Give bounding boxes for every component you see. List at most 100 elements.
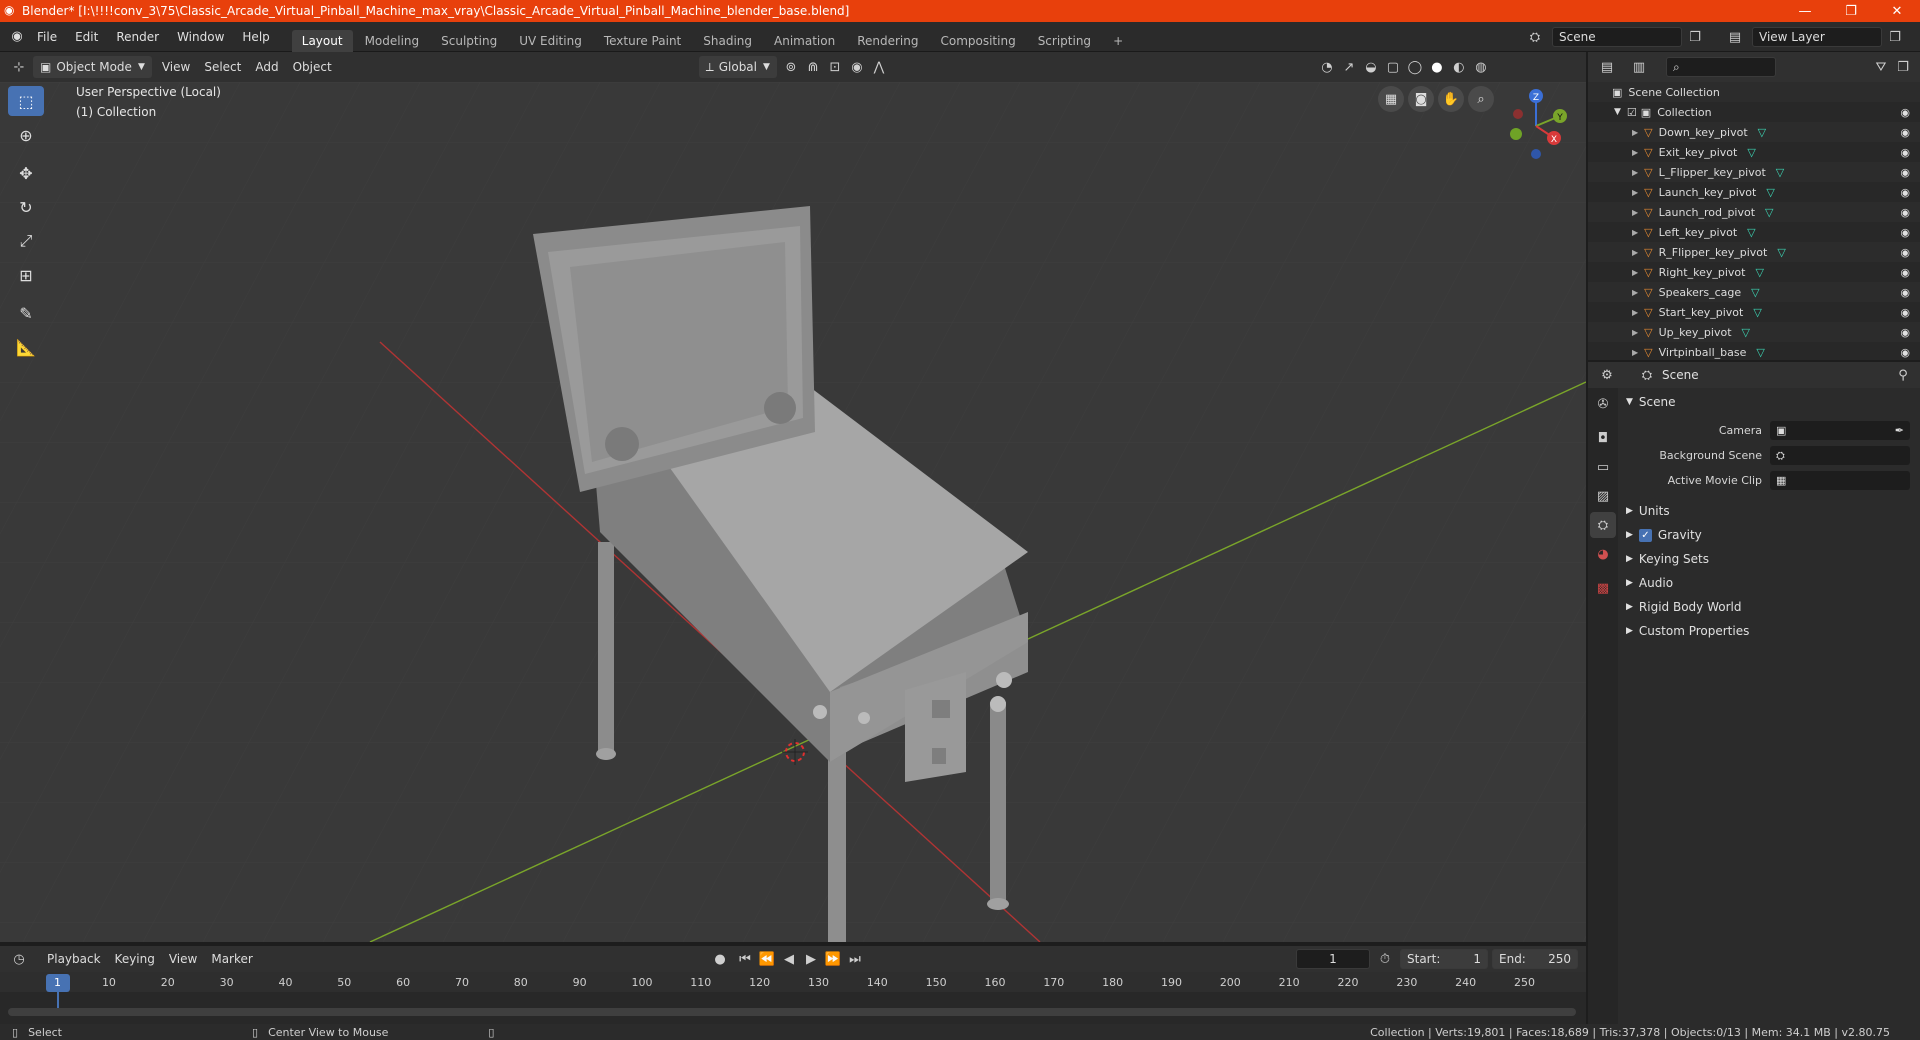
mesh-data-icon[interactable]: ▽ <box>1755 266 1763 279</box>
gravity-panel[interactable]: ▶ ✓ Gravity <box>1618 523 1920 547</box>
viewport-scene[interactable] <box>0 82 1586 942</box>
mesh-data-icon[interactable]: ▽ <box>1747 226 1755 239</box>
outliner-item[interactable]: ▶ ▽ R_Flipper_key_pivot ▽ ◉ <box>1588 242 1920 262</box>
timeline-keying-menu[interactable]: Keying <box>108 947 162 971</box>
tab-shading[interactable]: Shading <box>693 30 762 52</box>
chevron-right-icon[interactable]: ▶ <box>1632 328 1638 337</box>
blender-menu-icon[interactable]: ◉ <box>6 26 28 48</box>
viewport-menu-object[interactable]: Object <box>286 55 339 79</box>
editor-type-icon[interactable]: ⊹ <box>8 56 30 78</box>
tab-texture[interactable]: ▩ <box>1590 575 1616 601</box>
jump-end-icon[interactable]: ⏭ <box>844 948 866 970</box>
timeline-view-menu[interactable]: View <box>162 947 204 971</box>
scene-browse-icon[interactable]: ⛭ <box>1524 26 1546 48</box>
eye-icon[interactable]: ◉ <box>1900 226 1910 239</box>
menu-render[interactable]: Render <box>107 22 168 52</box>
eye-icon[interactable]: ◉ <box>1900 266 1910 279</box>
outliner-search-input[interactable]: ⌕ <box>1666 57 1776 77</box>
eye-icon[interactable]: ◉ <box>1900 346 1910 359</box>
snap-target-icon[interactable]: ⊡ <box>824 56 846 78</box>
outliner-item[interactable]: ▶ ▽ Up_key_pivot ▽ ◉ <box>1588 322 1920 342</box>
display-mode-icon[interactable]: ▥ <box>1628 56 1650 78</box>
tab-output[interactable]: ▭ <box>1590 454 1616 480</box>
new-view-layer-icon[interactable]: ❐ <box>1884 26 1906 48</box>
jump-keyframe-forward-icon[interactable]: ⏩ <box>822 948 844 970</box>
record-icon[interactable]: ● <box>709 948 731 970</box>
move-tool[interactable]: ✥ <box>8 158 44 188</box>
navigation-gizmo[interactable]: Z Y X <box>1496 86 1576 166</box>
snap-icon[interactable]: ⋒ <box>802 56 824 78</box>
gizmo-toggle-icon[interactable]: ↗ <box>1338 56 1360 78</box>
active-movie-clip-field[interactable]: ▦ <box>1770 471 1910 490</box>
viewport-menu-select[interactable]: Select <box>197 55 248 79</box>
outliner-item[interactable]: ▶ ▽ Down_key_pivot ▽ ◉ <box>1588 122 1920 142</box>
chevron-right-icon[interactable]: ▶ <box>1632 348 1638 357</box>
gizmo-neg-z-handle[interactable] <box>1531 149 1541 159</box>
chevron-right-icon[interactable]: ▶ <box>1632 268 1638 277</box>
mesh-data-icon[interactable]: ▽ <box>1766 186 1774 199</box>
eye-icon[interactable]: ◉ <box>1900 106 1910 119</box>
timeline-scrollbar[interactable] <box>8 1008 1576 1016</box>
timeline-editor-icon[interactable]: ◷ <box>8 948 30 970</box>
units-panel[interactable]: ▶ Units <box>1618 499 1920 523</box>
eye-icon[interactable]: ◉ <box>1900 326 1910 339</box>
scale-tool[interactable]: ⤢ <box>8 226 44 256</box>
xray-toggle-icon[interactable]: ▢ <box>1382 56 1404 78</box>
eye-icon[interactable]: ◉ <box>1900 206 1910 219</box>
viewport-menu-view[interactable]: View <box>155 55 197 79</box>
maximize-button[interactable]: ❐ <box>1828 0 1874 22</box>
stopwatch-icon[interactable]: ⏱ <box>1374 948 1396 970</box>
solid-shading-icon[interactable]: ● <box>1426 56 1448 78</box>
outliner-item[interactable]: ▶ ▽ Exit_key_pivot ▽ ◉ <box>1588 142 1920 162</box>
chevron-down-icon[interactable]: ▼ <box>1614 107 1621 117</box>
keying-sets-panel[interactable]: ▶ Keying Sets <box>1618 547 1920 571</box>
eye-icon[interactable]: ◉ <box>1900 286 1910 299</box>
rotate-tool[interactable]: ↻ <box>8 192 44 222</box>
add-workspace-button[interactable]: + <box>1103 30 1133 52</box>
chevron-right-icon[interactable]: ▶ <box>1632 228 1638 237</box>
outliner-item[interactable]: ▶ ▽ Virtpinball_base ▽ ◉ <box>1588 342 1920 360</box>
current-frame-field[interactable]: 1 <box>1296 949 1370 969</box>
new-collection-icon[interactable]: ❐ <box>1892 56 1914 78</box>
chevron-right-icon[interactable]: ▶ <box>1632 168 1638 177</box>
scene-collection-row[interactable]: ▣ Scene Collection <box>1588 82 1920 102</box>
timeline-playback-menu[interactable]: Playback <box>40 947 108 971</box>
frame-ruler[interactable]: 1102030405060708090100110120130140150160… <box>0 972 1586 992</box>
toggle-ortho-button[interactable]: ▦ <box>1378 86 1404 112</box>
outliner-item[interactable]: ▶ ▽ Left_key_pivot ▽ ◉ <box>1588 222 1920 242</box>
scene-selector[interactable]: Scene <box>1552 27 1682 47</box>
select-box-tool[interactable]: ⬚ <box>8 86 44 116</box>
proportional-edit-icon[interactable]: ◉ <box>846 56 868 78</box>
play-reverse-icon[interactable]: ◀ <box>778 948 800 970</box>
viewport-menu-add[interactable]: Add <box>248 55 285 79</box>
tab-sculpting[interactable]: Sculpting <box>431 30 507 52</box>
pan-view-button[interactable]: ✋ <box>1438 86 1464 112</box>
tab-texture-paint[interactable]: Texture Paint <box>594 30 691 52</box>
chevron-right-icon[interactable]: ▶ <box>1632 308 1638 317</box>
outliner-item[interactable]: ▶ ▽ Speakers_cage ▽ ◉ <box>1588 282 1920 302</box>
overlay-toggle-icon[interactable]: ◒ <box>1360 56 1382 78</box>
eye-icon[interactable]: ◉ <box>1900 166 1910 179</box>
properties-editor-icon[interactable]: ⚙ <box>1596 364 1618 386</box>
gizmo-neg-x-handle[interactable] <box>1513 109 1523 119</box>
new-scene-icon[interactable]: ❐ <box>1684 26 1706 48</box>
outliner-tree[interactable]: ▣ Scene Collection ▼ ☑ ▣ Collection ◉ ▶ ▽… <box>1588 82 1920 360</box>
outliner-item[interactable]: ▶ ▽ Right_key_pivot ▽ ◉ <box>1588 262 1920 282</box>
falloff-icon[interactable]: ⋀ <box>868 56 890 78</box>
view-layer-selector[interactable]: View Layer <box>1752 27 1882 47</box>
tab-view-layer[interactable]: ▨ <box>1590 483 1616 509</box>
tab-scripting[interactable]: Scripting <box>1028 30 1101 52</box>
chevron-right-icon[interactable]: ▶ <box>1632 248 1638 257</box>
mesh-data-icon[interactable]: ▽ <box>1776 166 1784 179</box>
eye-icon[interactable]: ◉ <box>1900 146 1910 159</box>
chevron-right-icon[interactable]: ▶ <box>1632 208 1638 217</box>
pivot-point-icon[interactable]: ⊚ <box>780 56 802 78</box>
camera-view-button[interactable]: ◙ <box>1408 86 1434 112</box>
tab-scene[interactable]: ⛭ <box>1590 512 1616 538</box>
tab-tool[interactable]: ✇ <box>1590 391 1616 417</box>
end-frame-field[interactable]: End: 250 <box>1492 949 1578 969</box>
mesh-data-icon[interactable]: ▽ <box>1765 206 1773 219</box>
close-button[interactable]: ✕ <box>1874 0 1920 22</box>
chevron-right-icon[interactable]: ▶ <box>1632 148 1638 157</box>
tab-modeling[interactable]: Modeling <box>355 30 430 52</box>
